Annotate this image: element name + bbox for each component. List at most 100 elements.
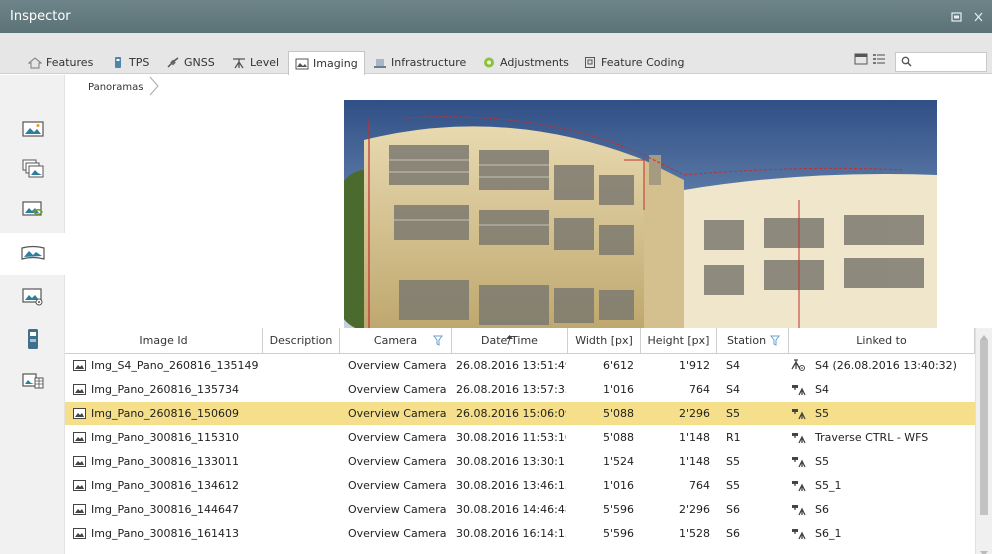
restore-icon[interactable] xyxy=(948,9,964,25)
table-row[interactable]: Img_Pano_260816_135734 Overview Camera 26.… xyxy=(65,378,975,401)
sidebar-item-images[interactable] xyxy=(0,109,65,151)
cell-camera: Overview Camera xyxy=(348,407,447,420)
gnss-icon xyxy=(166,56,180,69)
cell-width: 6'612 xyxy=(602,359,634,372)
cell-id: Img_Pano_260816_150609 xyxy=(91,407,240,420)
setup-station-icon xyxy=(791,378,807,401)
column-header-label: Station xyxy=(726,334,767,347)
scroll-down-icon[interactable] xyxy=(980,546,988,554)
table-row[interactable]: Img_Pano_300816_134612 Overview Camera 30.… xyxy=(65,474,975,497)
tab-adjustments[interactable]: Adjustments xyxy=(476,51,575,74)
sidebar-item-linked-images[interactable] xyxy=(0,189,65,231)
tps-icon xyxy=(111,56,125,69)
table-row[interactable]: Img_Pano_300816_115310 Overview Camera 30.… xyxy=(65,426,975,449)
table-row[interactable]: Img_S4_Pano_260816_135149 Overview Camera… xyxy=(65,354,975,377)
cell-station: S5 xyxy=(726,407,740,420)
table-row[interactable]: Img_Pano_300816_133011 Overview Camera 30.… xyxy=(65,450,975,473)
cell-width: 1'016 xyxy=(602,383,634,396)
sidebar-item-image-table[interactable] xyxy=(0,361,65,403)
tab-infrastructure[interactable]: Infrastructure xyxy=(367,51,472,74)
image-point-icon xyxy=(21,287,44,310)
table-row[interactable]: Img_Pano_300816_161413 Overview Camera 30.… xyxy=(65,522,975,545)
cell-width: 1'524 xyxy=(602,455,634,468)
tab-features[interactable]: Features xyxy=(22,51,99,74)
sidebar-item-panoramas[interactable] xyxy=(0,233,66,275)
tab-label: TPS xyxy=(129,56,150,69)
cell-height: 1'528 xyxy=(678,527,710,540)
cell-width: 5'596 xyxy=(602,503,634,516)
tab-label: Adjustments xyxy=(500,56,569,69)
features-icon xyxy=(28,56,42,69)
tab-feature-coding[interactable]: Feature Coding xyxy=(577,51,690,74)
infrastructure-icon xyxy=(373,56,387,69)
cell-height: 1'148 xyxy=(678,455,710,468)
cell-height: 2'296 xyxy=(678,407,710,420)
column-header-linked-to[interactable]: Linked to xyxy=(789,328,975,354)
chevron-right-icon xyxy=(149,76,160,99)
cell-datetime: 30.08.2016 13:30:11 xyxy=(456,455,566,468)
cell-station: R1 xyxy=(726,431,741,444)
list-view-icon[interactable] xyxy=(872,53,886,66)
cell-description xyxy=(265,354,338,377)
tab-gnss[interactable]: GNSS xyxy=(160,51,221,74)
breadcrumb: Panoramas xyxy=(88,76,160,99)
cell-camera: Overview Camera xyxy=(348,527,447,540)
cell-linked: S6_1 xyxy=(815,527,842,540)
cell-station: S5 xyxy=(726,455,740,468)
cell-datetime: 30.08.2016 14:46:48 xyxy=(456,503,566,516)
cell-linked: Traverse CTRL - WFS xyxy=(815,431,929,444)
cell-datetime: 30.08.2016 11:53:10 xyxy=(456,431,566,444)
title-bar: Inspector xyxy=(0,0,992,33)
column-header-camera[interactable]: Camera xyxy=(340,328,452,354)
cell-station: S4 xyxy=(726,383,740,396)
tab-label: Infrastructure xyxy=(391,56,467,69)
table-row[interactable]: Img_Pano_300816_144647 Overview Camera 30.… xyxy=(65,498,975,521)
panorama-preview[interactable] xyxy=(344,100,937,328)
search-input[interactable] xyxy=(895,52,987,72)
cell-description xyxy=(265,402,338,425)
vertical-scrollbar[interactable] xyxy=(975,328,992,554)
tab-imaging[interactable]: Imaging xyxy=(288,51,365,75)
column-header-description[interactable]: Description xyxy=(263,328,340,354)
cell-description xyxy=(265,498,338,521)
cell-camera: Overview Camera xyxy=(348,455,447,468)
cell-width: 5'088 xyxy=(602,431,634,444)
tab-label: Feature Coding xyxy=(601,56,685,69)
sidebar-item-instruments[interactable] xyxy=(0,319,65,361)
sidebar-item-image-groups[interactable] xyxy=(0,149,65,191)
filter-icon[interactable] xyxy=(770,335,780,349)
panorama-image-icon xyxy=(73,426,86,449)
column-header-image-id[interactable]: Image Id xyxy=(65,328,263,354)
table-row[interactable]: Img_Pano_260816_150609 Overview Camera 26.… xyxy=(65,402,975,425)
cell-linked: S5 xyxy=(815,455,829,468)
cell-camera: Overview Camera xyxy=(348,431,447,444)
column-header-height[interactable]: Height [px] xyxy=(641,328,717,354)
column-header-station[interactable]: Station xyxy=(717,328,789,354)
tab-level[interactable]: Level xyxy=(226,51,285,74)
filter-icon[interactable] xyxy=(433,335,443,349)
panorama-icon xyxy=(21,244,45,265)
panorama-image-icon xyxy=(73,402,86,425)
cell-station: S6 xyxy=(726,527,740,540)
setup-station-icon xyxy=(791,522,807,545)
close-icon[interactable] xyxy=(970,9,986,25)
cell-height: 1'148 xyxy=(678,431,710,444)
scrollbar-thumb[interactable] xyxy=(980,340,988,515)
tab-tps[interactable]: TPS xyxy=(105,51,155,74)
window-view-icon[interactable] xyxy=(854,53,868,66)
breadcrumb-item-panoramas[interactable]: Panoramas xyxy=(88,82,143,93)
cell-camera: Overview Camera xyxy=(348,479,447,492)
setup-station-icon xyxy=(791,402,807,425)
column-header-width[interactable]: Width [px] xyxy=(568,328,641,354)
column-header-datetime[interactable]: Date/Time xyxy=(452,328,568,354)
cell-height: 764 xyxy=(689,383,710,396)
adjustments-icon xyxy=(482,56,496,69)
panorama-image-icon xyxy=(73,450,86,473)
tab-label: GNSS xyxy=(184,56,215,69)
cell-datetime: 26.08.2016 15:06:09 xyxy=(456,407,566,420)
setup-station-icon xyxy=(791,498,807,521)
sidebar-item-image-points[interactable] xyxy=(0,277,65,319)
panorama-image-icon xyxy=(73,378,86,401)
cell-description xyxy=(265,522,338,545)
cell-station: S6 xyxy=(726,503,740,516)
